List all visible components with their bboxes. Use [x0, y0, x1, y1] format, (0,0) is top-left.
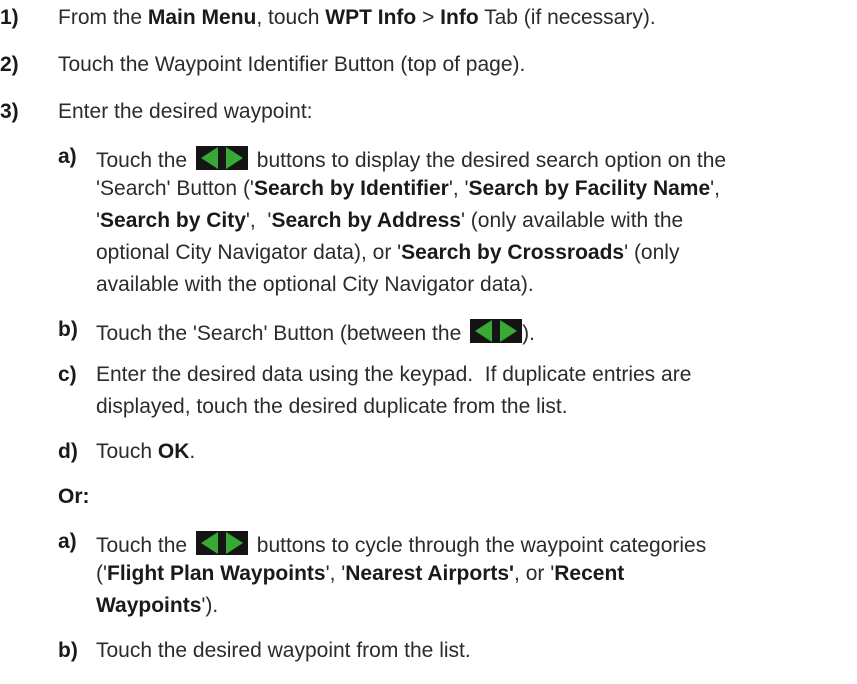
substep-search-a-line2: 'Search' Button ('Search by Identifier',…	[96, 178, 720, 199]
substep-label: b)	[58, 318, 78, 341]
category-flight-plan-waypoints: Flight Plan Waypoints	[107, 562, 326, 585]
substep-text: buttons to display the desired search op…	[256, 149, 727, 172]
substep-alt-a-line2: ('Flight Plan Waypoints', 'Nearest Airpo…	[96, 563, 624, 584]
search-option-identifier: Search by Identifier	[253, 177, 449, 200]
step-text: Tab (if necessary).	[478, 6, 656, 29]
substep-text: buttons to cycle through the waypoint ca…	[256, 534, 707, 557]
substep-label: c)	[58, 363, 77, 386]
instruction-document: 1) From the Main Menu, touch WPT Info > …	[0, 0, 857, 684]
step-text: >	[416, 6, 441, 29]
search-option-facility-name: Search by Facility Name	[468, 177, 711, 200]
substep-text: available with the optional City Navigat…	[96, 273, 534, 296]
substep-text: ).	[522, 322, 535, 345]
step-number: 3)	[0, 100, 19, 123]
substep-label: b)	[58, 639, 78, 662]
substep-text: ', '	[448, 177, 469, 200]
substep-text: ' (only available with the	[460, 209, 684, 232]
substep-alt-a-line3: Waypoints').	[96, 595, 218, 616]
step-text: Touch the Waypoint Identifier Button (to…	[58, 53, 526, 76]
info-tab-label: Info	[440, 6, 479, 29]
substep-text: Touch the	[96, 149, 188, 172]
substep-text: .	[189, 440, 196, 463]
substep-label: d)	[58, 440, 78, 463]
substep-text: ', '	[325, 562, 346, 585]
left-right-arrows-icon	[195, 146, 248, 170]
substep-text: Touch the	[96, 534, 188, 557]
substep-text: 'Search' Button ('	[96, 177, 254, 200]
category-recent-waypoints: Waypoints	[96, 594, 202, 617]
substep-label: a)	[58, 145, 77, 168]
substep-search-a-line3: 'Search by City', 'Search by Address' (o…	[96, 210, 683, 231]
category-recent-waypoints: Recent	[554, 562, 625, 585]
substep-text: displayed, touch the desired duplicate f…	[96, 395, 568, 418]
wpt-info-label: WPT Info	[325, 6, 417, 29]
search-option-crossroads: Search by Crossroads	[401, 241, 625, 264]
substep-search-a-line4: optional City Navigator data), or 'Searc…	[96, 242, 679, 263]
substep-text: Touch the desired waypoint from the list…	[96, 639, 471, 662]
substep-text: ', '	[245, 209, 272, 232]
step-text: From the	[58, 6, 148, 29]
or-separator: Or:	[58, 486, 90, 507]
substep-search-c-line2: displayed, touch the desired duplicate f…	[96, 396, 568, 417]
substep-text: Touch	[96, 440, 158, 463]
left-right-arrows-icon	[195, 531, 248, 555]
substep-text: ('	[96, 562, 108, 585]
step-text: , touch	[256, 6, 326, 29]
ok-button-label: OK	[157, 440, 190, 463]
category-nearest-airports: Nearest Airports'	[345, 562, 515, 585]
substep-text: ',	[710, 177, 721, 200]
substep-text: Enter the desired data using the keypad.…	[96, 363, 692, 386]
step-number: 2)	[0, 53, 19, 76]
substep-text: Touch the 'Search' Button (between the	[96, 322, 462, 345]
step-text: Enter the desired waypoint:	[58, 100, 313, 123]
substep-text: , or '	[514, 562, 555, 585]
substep-label: a)	[58, 530, 77, 553]
search-option-city: Search by City	[100, 209, 246, 232]
substep-text: optional City Navigator data), or '	[96, 241, 402, 264]
step-number: 1)	[0, 6, 19, 29]
main-menu-label: Main Menu	[147, 6, 257, 29]
substep-text: ').	[201, 594, 219, 617]
substep-text: ' (only	[624, 241, 680, 264]
left-right-arrows-icon	[470, 319, 523, 343]
or-label: Or:	[58, 485, 90, 508]
substep-search-a-line5: available with the optional City Navigat…	[96, 274, 534, 295]
search-option-address: Search by Address	[271, 209, 461, 232]
